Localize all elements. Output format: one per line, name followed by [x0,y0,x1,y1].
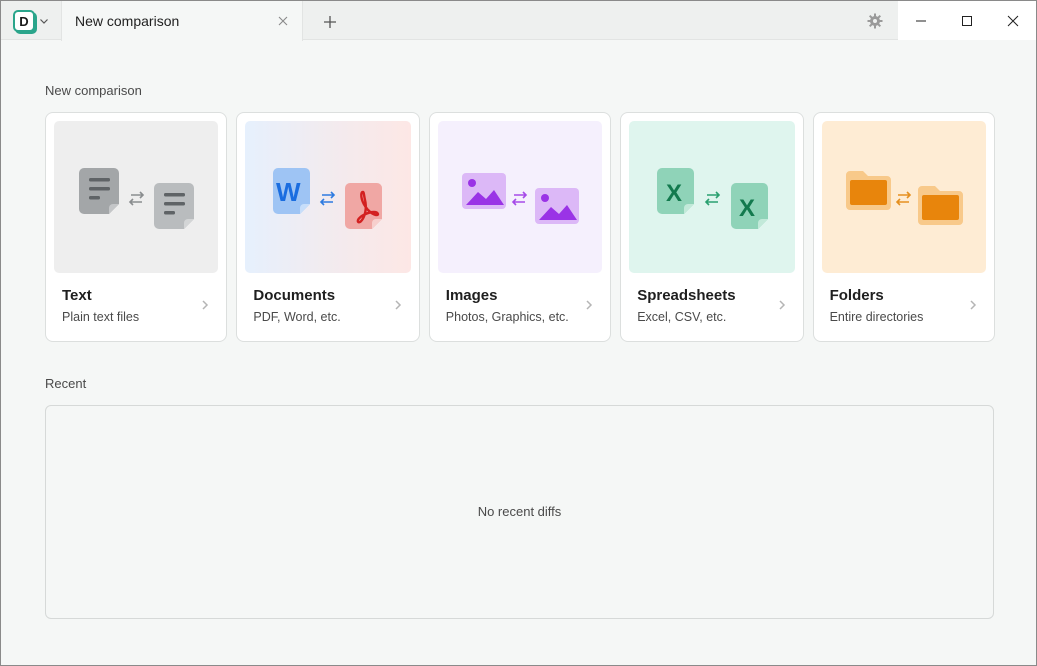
folder-icon [845,171,963,225]
card-subtitle: Entire directories [829,310,924,324]
card-subtitle: Plain text files [62,310,140,324]
new-tab-button[interactable] [319,11,341,33]
card-folders[interactable]: Folders Entire directories [812,112,995,342]
svg-text:X: X [666,180,682,207]
word-pdf-icon: W [273,168,383,229]
images-thumbnail [437,121,603,273]
gear-icon [867,13,883,29]
tab-close-icon[interactable] [276,14,290,28]
close-icon [1007,15,1019,26]
card-subtitle: Excel, CSV, etc. [637,310,727,324]
comparison-type-cards: Text Plain text files W Documents PDF, W… [45,112,995,342]
plus-icon [324,16,336,28]
title-bar: D New comparison [1,1,1036,41]
card-title: Spreadsheets [637,287,736,304]
recent-heading: Recent [45,376,87,391]
chevron-right-icon [586,300,593,310]
app-window: D New comparison New comparison Text Pla… [0,0,1037,666]
chevron-right-icon [202,300,209,310]
documents-thumbnail: W [245,121,411,273]
card-title: Documents [253,287,336,304]
text-file-icon [79,168,194,229]
minimize-icon [916,20,926,21]
card-images[interactable]: Images Photos, Graphics, etc. [428,112,612,342]
minimize-button[interactable] [898,1,944,40]
card-spreadsheets[interactable]: X X Spreadsheets Excel, CSV, etc. [620,112,804,342]
folders-thumbnail [821,121,986,273]
tab-title: New comparison [75,13,180,29]
app-logo: D [13,10,35,32]
svg-text:X: X [739,195,755,222]
maximize-button[interactable] [944,1,990,40]
excel-icon: X X [657,168,769,229]
recent-diffs-panel: No recent diffs [45,405,994,619]
chevron-right-icon [395,300,401,310]
chevron-right-icon [779,300,785,310]
tab-new-comparison[interactable]: New comparison [61,1,303,41]
app-menu-button[interactable]: D [9,7,57,35]
image-icon [461,173,579,224]
spreadsheets-thumbnail: X X [629,121,795,273]
card-subtitle: PDF, Word, etc. [253,310,341,324]
close-button[interactable] [990,1,1036,40]
card-title: Folders [829,287,884,304]
new-comparison-heading: New comparison [45,83,142,98]
card-subtitle: Photos, Graphics, etc. [445,310,569,324]
card-documents[interactable]: W Documents PDF, Word, etc. [236,112,420,342]
empty-state-message: No recent diffs [477,504,562,519]
text-thumbnail [54,121,219,273]
card-title: Text [62,287,92,304]
chevron-right-icon [970,300,977,310]
card-text[interactable]: Text Plain text files [45,112,228,342]
card-title: Images [445,287,498,304]
settings-button[interactable] [865,11,885,31]
chevron-down-icon [40,19,48,24]
svg-text:W: W [276,177,301,207]
maximize-icon [962,15,972,26]
